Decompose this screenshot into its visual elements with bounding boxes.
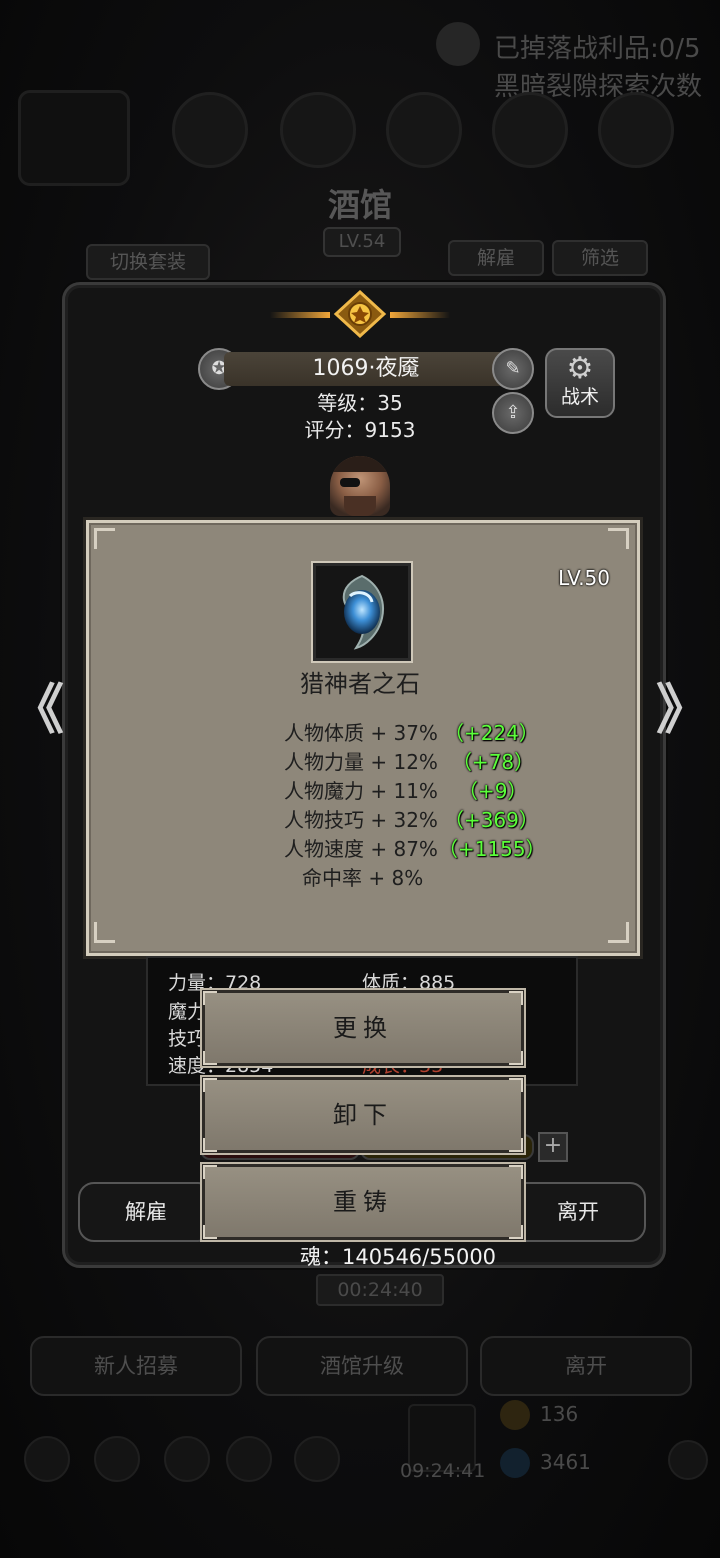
card-corner-br bbox=[608, 922, 629, 943]
bottom-nav-icon-5[interactable] bbox=[294, 1436, 340, 1482]
bottom-nav-icon-2[interactable] bbox=[94, 1436, 140, 1482]
menu-icon-5 bbox=[598, 92, 674, 168]
unequip-button[interactable]: 卸下 bbox=[200, 1075, 526, 1155]
hero-score: 评分：9153 bbox=[304, 418, 416, 442]
bottom-nav-icon-3[interactable] bbox=[164, 1436, 210, 1482]
menu-corner bbox=[509, 991, 523, 1005]
stat-bonus: （+369） bbox=[443, 808, 539, 832]
reforge-button[interactable]: 重铸 bbox=[200, 1162, 526, 1242]
stat-bonus: （+1155） bbox=[437, 837, 546, 861]
menu-corner bbox=[509, 1225, 523, 1239]
item-slot bbox=[311, 561, 413, 663]
gem-amount: 3461 bbox=[540, 1450, 591, 1474]
tavern-title: 酒馆 bbox=[327, 186, 392, 224]
prev-hero-arrow-icon[interactable]: 《 bbox=[10, 680, 64, 740]
replace-button[interactable]: 更换 bbox=[200, 988, 526, 1068]
stat-text: 人物力量 + 12% bbox=[284, 750, 438, 774]
player-portrait-frame bbox=[18, 90, 130, 186]
attr-magic: 魔力 bbox=[168, 1001, 207, 1023]
stat-bonus: （+224） bbox=[443, 721, 539, 745]
card-corner-tl bbox=[94, 528, 115, 549]
tavern-level-badge: LV.54 bbox=[323, 227, 401, 257]
gift-clock: 09:24:41 bbox=[400, 1460, 486, 1482]
emblem-glow-right bbox=[390, 312, 450, 318]
item-level: LV.50 bbox=[558, 566, 610, 590]
menu-corner bbox=[203, 1225, 217, 1239]
gem-icon bbox=[500, 1448, 530, 1478]
menu-corner bbox=[203, 1078, 217, 1092]
bottom-leave-button[interactable]: 离开 bbox=[480, 1336, 692, 1396]
hero-avatar bbox=[330, 456, 390, 516]
add-icon[interactable]: + bbox=[538, 1132, 568, 1162]
stat-text: 人物魔力 + 11% bbox=[284, 779, 438, 803]
item-stat-row: 人物魔力 + 11% （+9） bbox=[284, 775, 527, 804]
stat-bonus: （+78） bbox=[451, 750, 535, 774]
replace-label: 更换 bbox=[333, 1014, 393, 1042]
item-name: 猎神者之石 bbox=[300, 670, 420, 698]
tavern-upgrade-button[interactable]: 酒馆升级 bbox=[256, 1336, 468, 1396]
menu-icon-1 bbox=[172, 92, 248, 168]
filter-tab[interactable]: 筛选 bbox=[552, 240, 648, 276]
recruit-button[interactable]: 新人招募 bbox=[30, 1336, 242, 1396]
menu-corner bbox=[509, 1138, 523, 1152]
stat-text: 人物速度 + 87% bbox=[284, 837, 438, 861]
stat-text: 人物体质 + 37% bbox=[284, 721, 438, 745]
add-currency-icon[interactable] bbox=[668, 1440, 708, 1480]
stat-bonus: （+9） bbox=[457, 779, 528, 803]
reforge-label: 重铸 bbox=[333, 1188, 393, 1216]
stat-text: 命中率 + 8% bbox=[302, 866, 424, 890]
menu-icon-4 bbox=[492, 92, 568, 168]
tactics-label: 战术 bbox=[560, 386, 599, 408]
item-stat-row: 人物技巧 + 32% （+369） bbox=[284, 804, 539, 833]
card-corner-bl bbox=[94, 922, 115, 943]
hero-name: 1069·夜魇 bbox=[224, 352, 508, 386]
bottom-nav-icon-4[interactable] bbox=[226, 1436, 272, 1482]
dismiss-tab[interactable]: 解雇 bbox=[448, 240, 544, 276]
menu-corner bbox=[203, 1165, 217, 1179]
stat-text: 人物技巧 + 32% bbox=[284, 808, 438, 832]
unequip-label: 卸下 bbox=[333, 1101, 393, 1129]
dismiss-button[interactable]: 解雇 bbox=[78, 1182, 214, 1242]
card-corner-tr bbox=[608, 528, 629, 549]
loot-counter: 已掉落战利品:0/5 bbox=[494, 34, 701, 64]
menu-corner bbox=[509, 1165, 523, 1179]
next-hero-arrow-icon[interactable]: 》 bbox=[656, 680, 710, 740]
menu-corner bbox=[509, 1078, 523, 1092]
hunter-stone-icon bbox=[342, 574, 384, 650]
emblem-glow-left bbox=[270, 312, 330, 318]
gear-icon: ⚙ bbox=[566, 351, 594, 386]
item-stat-row: 人物力量 + 12% （+78） bbox=[284, 746, 534, 775]
menu-corner bbox=[203, 991, 217, 1005]
menu-corner bbox=[509, 1051, 523, 1065]
menu-corner bbox=[203, 1138, 217, 1152]
item-stat-row: 命中率 + 8% bbox=[302, 862, 423, 891]
bottom-nav-icon-1[interactable] bbox=[24, 1436, 70, 1482]
hero-level: 等级：35 bbox=[317, 391, 403, 415]
loot-icon bbox=[436, 22, 480, 66]
tactics-button[interactable]: ⚙ 战术 bbox=[545, 348, 615, 418]
edit-name-icon[interactable]: ✎ bbox=[492, 348, 534, 390]
menu-icon-2 bbox=[280, 92, 356, 168]
soul-counter: 魂：140546/55000 bbox=[300, 1245, 497, 1269]
item-stat-row: 人物速度 + 87%（+1155） bbox=[284, 833, 546, 862]
leave-button[interactable]: 离开 bbox=[510, 1182, 646, 1242]
countdown-timer: 00:24:40 bbox=[316, 1274, 444, 1306]
menu-corner bbox=[203, 1051, 217, 1065]
item-stat-row: 人物体质 + 37% （+224） bbox=[284, 717, 539, 746]
gem-emblem-icon bbox=[333, 290, 387, 338]
gold-amount: 136 bbox=[540, 1402, 579, 1426]
switch-set-button[interactable]: 切换套装 bbox=[86, 244, 210, 280]
menu-icon-3 bbox=[386, 92, 462, 168]
gold-icon bbox=[500, 1400, 530, 1430]
attr-skill: 技巧 bbox=[168, 1028, 207, 1050]
